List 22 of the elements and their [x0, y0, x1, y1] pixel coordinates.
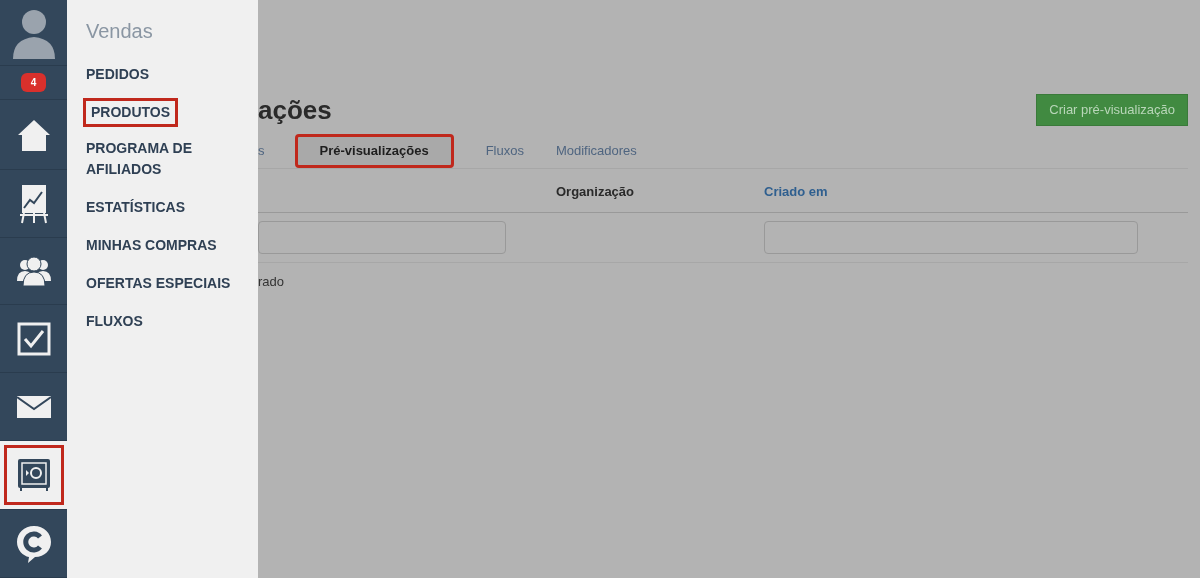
filter-input-field[interactable] [258, 221, 506, 254]
menu-link[interactable]: PRODUTOS [83, 98, 179, 127]
sidebar-nav-button[interactable] [3, 445, 64, 505]
menu-link[interactable]: MINHAS COMPRAS [83, 235, 220, 256]
empty-results-text: rado [258, 273, 286, 291]
tab[interactable]: Pré-visualizações [294, 134, 454, 168]
page-title: ações [258, 94, 332, 126]
menu-link[interactable]: PEDIDOS [83, 64, 152, 85]
envelope-icon [16, 395, 51, 418]
menu-link[interactable]: FLUXOS [83, 311, 146, 332]
checkbox-icon [16, 321, 51, 356]
chat-bubble-logo-icon [15, 524, 52, 563]
flyout-title: Vendas [85, 19, 154, 44]
filter-input-field[interactable] [764, 221, 1138, 254]
safe-icon [16, 458, 51, 492]
menu-link[interactable]: OFERTAS ESPECIAIS [83, 273, 234, 294]
menu-link[interactable]: ESTATÍSTICAS [83, 197, 189, 218]
notification-badge: 4 [20, 73, 47, 92]
column-header: Organização [556, 183, 635, 199]
presentation-chart-icon [19, 183, 48, 224]
people-group-icon [16, 256, 51, 286]
menu-link[interactable]: PROGRAMA DE AFILIADOS [83, 138, 242, 180]
